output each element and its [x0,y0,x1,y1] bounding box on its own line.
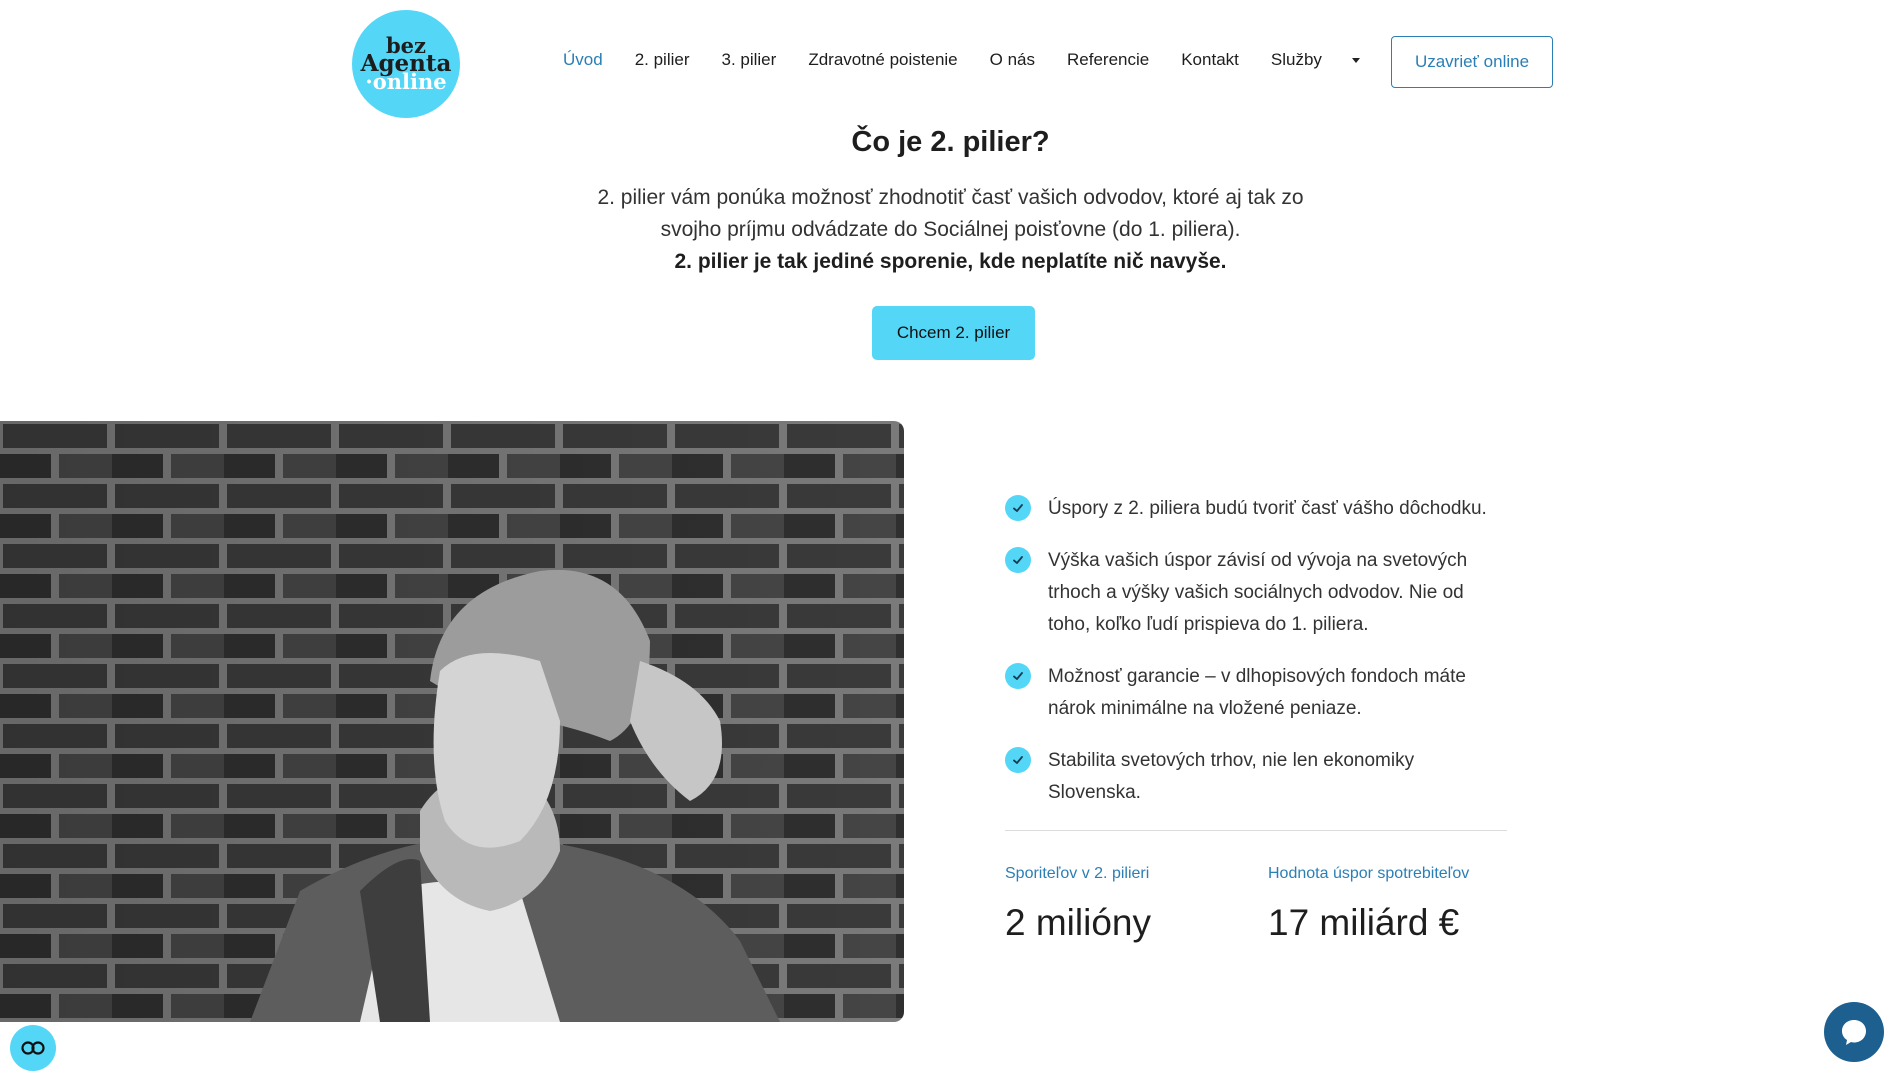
uzavriet-online-button[interactable]: Uzavrieť online [1391,36,1553,88]
benefits-list: Úspory z 2. piliera budú tvoriť časť váš… [1005,493,1505,829]
nav-item-3-pilier[interactable]: 3. pilier [722,50,777,70]
list-item: Možnosť garancie – v dlhopisových fondoc… [1005,661,1505,725]
benefit-text: Možnosť garancie – v dlhopisových fondoc… [1048,666,1466,719]
chevron-down-icon[interactable] [1351,57,1360,63]
cookie-settings-button[interactable] [10,1025,56,1071]
hero-photo [0,421,904,1022]
nav-item-uvod[interactable]: Úvod [563,50,603,70]
chat-bubble-icon [1842,1020,1866,1045]
nav-item-kontakt[interactable]: Kontakt [1181,50,1239,70]
cookie-icon [21,1041,45,1055]
check-icon [1005,495,1031,521]
nav-item-referencie[interactable]: Referencie [1067,50,1149,70]
nav-item-sluzby[interactable]: Služby [1271,50,1322,70]
list-item: Výška vašich úspor závisí od vývoja na s… [1005,545,1505,641]
intro-line-2: svojho príjmu odvádzate do Sociálnej poi… [660,218,1241,241]
benefit-text: Stabilita svetových trhov, nie len ekono… [1048,750,1415,803]
stat-label: Sporiteľov v 2. pilieri [1005,865,1150,882]
intro-text: 2. pilier vám ponúka možnosť zhodnotiť č… [0,182,1901,278]
check-icon [1005,547,1031,573]
page-title: Čo je 2. pilier? [851,126,1050,158]
list-item: Stabilita svetových trhov, nie len ekono… [1005,745,1505,809]
check-icon [1005,663,1031,689]
intro-bold-line: 2. pilier je tak jediné sporenie, kde ne… [674,250,1227,273]
stat-value: 2 milióny [1005,902,1151,943]
logo-line-3: ·online [365,69,447,95]
list-item: Úspory z 2. piliera budú tvoriť časť váš… [1005,493,1505,525]
stat-savings-value: Hodnota úspor spotrebiteľov 17 miliárd € [1268,865,1469,944]
nav-item-2-pilier[interactable]: 2. pilier [635,50,690,70]
intro-line-1: 2. pilier vám ponúka možnosť zhodnotiť č… [597,186,1304,209]
young-man-brick-wall-image [0,421,904,1022]
benefit-text: Úspory z 2. piliera budú tvoriť časť váš… [1048,498,1487,519]
chcem-2-pilier-button[interactable]: Chcem 2. pilier [872,306,1035,360]
benefit-text: Výška vašich úspor závisí od vývoja na s… [1048,550,1468,635]
check-icon [1005,747,1031,773]
chat-button[interactable] [1824,1002,1884,1062]
logo[interactable]: bez Agenta ·online [352,10,460,118]
stat-savers: Sporiteľov v 2. pilieri 2 milióny [1005,865,1151,944]
divider [1005,830,1507,831]
stat-value: 17 miliárd € [1268,902,1460,943]
nav-item-o-nas[interactable]: O nás [990,50,1035,70]
nav-item-zdravotne-poistenie[interactable]: Zdravotné poistenie [808,50,957,70]
main-nav: Úvod 2. pilier 3. pilier Zdravotné poist… [563,50,1360,70]
stat-label: Hodnota úspor spotrebiteľov [1268,865,1470,882]
